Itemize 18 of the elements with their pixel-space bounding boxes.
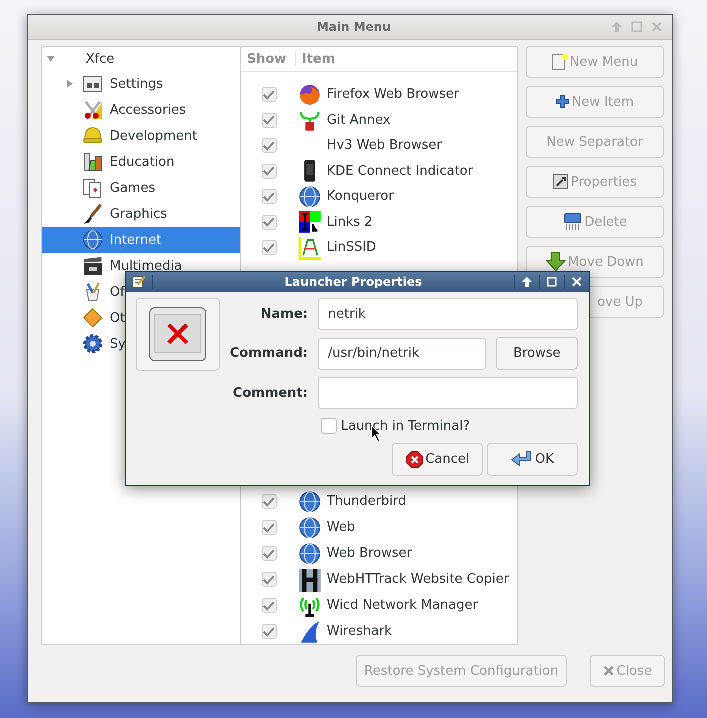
menu-item-label: LinSSID (327, 240, 376, 256)
menu-item-label: Git Annex (327, 112, 391, 128)
menu-item-label: Links 2 (327, 214, 373, 230)
field-label: Command: (230, 346, 308, 361)
menu-item-label: Thunderbird (327, 494, 406, 509)
menu-item-label: Hv3 Web Browser (327, 138, 442, 154)
menu-item-label: Konqueror (327, 189, 394, 204)
dialog-title: Launcher Properties (284, 275, 424, 289)
field-label: Comment: (232, 386, 308, 400)
menu-item-label: Web (327, 520, 356, 535)
menu-item-label: WebHTTrack Website Copier (327, 572, 510, 587)
menu-item-label: Firefox Web Browser (327, 87, 460, 102)
field-label: Name: (260, 306, 308, 322)
menu-item-label: Wireshark (327, 624, 392, 639)
menu-item-label: KDE Connect Indicator (327, 164, 474, 179)
menu-item-label: Wicd Network Manager (327, 598, 478, 613)
window-title: Main Menu (316, 20, 392, 34)
menu-item-label: Web Browser (327, 546, 412, 561)
